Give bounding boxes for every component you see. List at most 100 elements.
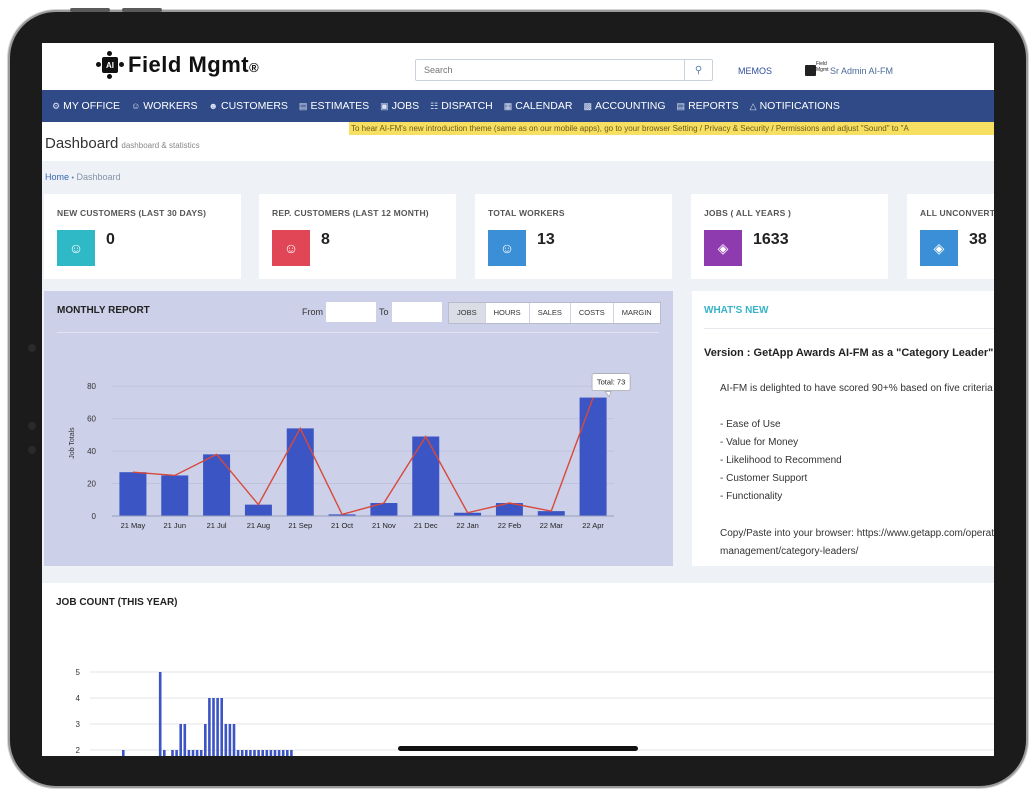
logo-text: Field Mgmt®: [128, 52, 260, 77]
logo-icon: AI: [96, 51, 124, 79]
chart-bar: [199, 750, 203, 756]
breadcrumb-home[interactable]: Home: [45, 172, 69, 182]
tab-jobs[interactable]: JOBS: [449, 303, 486, 323]
user-icon: ☺: [57, 230, 95, 266]
tablet-top-button: [122, 8, 162, 12]
report-metric-tabs: JOBS HOURS SALES COSTS MARGIN: [448, 302, 661, 324]
briefcase-icon: ▣: [380, 100, 389, 111]
tooltip-text: Total: 73: [597, 378, 625, 387]
nav-customers[interactable]: ☻ CUSTOMERS: [209, 100, 288, 112]
stat-label: REP. CUSTOMERS (LAST 12 MONTH): [272, 208, 429, 218]
breadcrumb-separator: •: [71, 175, 74, 182]
search-button[interactable]: ⚲: [684, 60, 712, 80]
app-screen: AI Field Mgmt® ⚲ MEMOS Field Mgmt Sr Adm…: [42, 43, 994, 756]
y-tick-label: 2: [76, 746, 81, 755]
job-count-chart: 2 3 4 5: [76, 668, 994, 756]
chart-bar: [228, 724, 232, 756]
nav-reports[interactable]: ▤ REPORTS: [677, 100, 739, 112]
divider: [704, 328, 994, 329]
nav-accounting[interactable]: ▩ ACCOUNTING: [583, 100, 665, 112]
user-icon: ☺: [272, 230, 310, 266]
stat-label: TOTAL WORKERS: [488, 208, 565, 218]
x-tick-label: 22 Apr: [582, 521, 604, 530]
job-count-title: JOB COUNT (THIS YEAR): [56, 597, 178, 608]
news-link-line[interactable]: management/category-leaders/: [720, 546, 858, 557]
chart-bar: [175, 750, 178, 756]
divider: [57, 332, 659, 333]
nav-workers[interactable]: ☺ WORKERS: [131, 100, 197, 112]
chart-bar: [212, 698, 215, 756]
nav-my-office[interactable]: ⚙ MY OFFICE: [52, 100, 120, 112]
stat-card-jobs[interactable]: JOBS ( ALL YEARS ) ◈ 1633: [691, 194, 888, 279]
layers-icon: ◈: [704, 230, 742, 266]
stat-card-unconverted-estimates[interactable]: ALL UNCONVERTED ESTIMATES ◈ 38: [907, 194, 994, 279]
memos-link[interactable]: MEMOS: [738, 66, 772, 76]
nav-notifications[interactable]: △ NOTIFICATIONS: [750, 100, 840, 112]
chart-bar: [244, 504, 272, 516]
x-tick-label: 21 Dec: [414, 521, 438, 530]
breadcrumb: Home • Dashboard: [45, 172, 121, 182]
stat-card-new-customers[interactable]: NEW CUSTOMERS (LAST 30 DAYS) ☺ 0: [44, 194, 241, 279]
from-date-input[interactable]: [326, 302, 376, 322]
tab-margin[interactable]: MARGIN: [614, 303, 660, 323]
monthly-report-panel: 0 20 40 60 80 Job Totals 21 May 21 Jun 21 Jul 21 …: [44, 291, 673, 566]
home-indicator: [398, 746, 638, 751]
stat-label: NEW CUSTOMERS (LAST 30 DAYS): [57, 208, 207, 218]
news-link-line[interactable]: Copy/Paste into your browser: https://ww…: [720, 528, 994, 539]
stat-value: 1633: [753, 231, 789, 248]
y-tick-label: 60: [87, 415, 96, 424]
nav-jobs[interactable]: ▣ JOBS: [380, 100, 419, 112]
user-menu[interactable]: Field Mgmt Sr Admin AI-FM: [802, 61, 893, 81]
tab-sales[interactable]: SALES: [530, 303, 571, 323]
camera-icon: [28, 344, 36, 352]
logo-badge: AI: [102, 57, 118, 73]
chart-bar: [232, 724, 236, 756]
stat-card-total-workers[interactable]: TOTAL WORKERS ☺ 13: [475, 194, 672, 279]
chart-bar: [277, 750, 281, 756]
x-tick-label: 21 Nov: [372, 521, 396, 530]
nav-dispatch[interactable]: ☷ DISPATCH: [430, 100, 493, 112]
chart-bar: [537, 511, 565, 516]
chart-bar: [240, 750, 244, 756]
bell-icon: △: [749, 100, 757, 111]
y-tick-label: 4: [76, 694, 81, 703]
user-avatar: Field Mgmt: [802, 61, 829, 81]
calendar-icon: ▦: [503, 100, 513, 111]
chart-bar: [204, 724, 207, 756]
x-tick-label: 21 Sep: [288, 521, 312, 530]
search-input[interactable]: [416, 60, 684, 80]
y-tick-label: 5: [76, 668, 81, 677]
chart-bar: [245, 750, 248, 756]
nav-calendar[interactable]: ▦ CALENDAR: [504, 100, 573, 112]
app-logo[interactable]: AI Field Mgmt®: [96, 51, 259, 79]
y-tick-label: 80: [87, 382, 96, 391]
chart-bar: [286, 428, 314, 516]
stat-card-rep-customers[interactable]: REP. CUSTOMERS (LAST 12 MONTH) ☺ 8: [259, 194, 456, 279]
chart-bar: [290, 750, 293, 756]
x-tick-label: 21 Jun: [163, 521, 186, 530]
main-nav: ⚙ MY OFFICE ☺ WORKERS ☻ CUSTOMERS ▤ ESTIMATE…: [42, 90, 994, 122]
chart-bar: [269, 750, 273, 756]
breadcrumb-current: Dashboard: [76, 172, 121, 182]
stat-label: JOBS ( ALL YEARS ): [704, 208, 792, 218]
news-intro: AI-FM is delighted to have scored 90+% b…: [720, 383, 993, 394]
trend-line: [132, 397, 594, 516]
chart-bar: [119, 472, 147, 516]
tooltip-pointer: [604, 391, 612, 398]
tab-hours[interactable]: HOURS: [486, 303, 530, 323]
nav-estimates[interactable]: ▤ ESTIMATES: [299, 100, 369, 112]
chart-bar: [265, 750, 269, 756]
chart-bar: [412, 436, 440, 516]
x-tick-label: 21 Jul: [207, 521, 227, 530]
x-tick-label: 22 Jan: [456, 521, 479, 530]
chart-bar: [257, 750, 260, 756]
from-label: From: [302, 307, 323, 317]
to-date-input[interactable]: [392, 302, 442, 322]
user-icon: ☺: [131, 101, 141, 111]
to-label: To: [379, 307, 389, 317]
chart-bar: [191, 750, 195, 756]
x-tick-label: 21 Aug: [247, 521, 270, 530]
tab-costs[interactable]: COSTS: [571, 303, 614, 323]
stat-value: 13: [537, 231, 555, 248]
news-bullet: - Customer Support: [720, 473, 808, 484]
